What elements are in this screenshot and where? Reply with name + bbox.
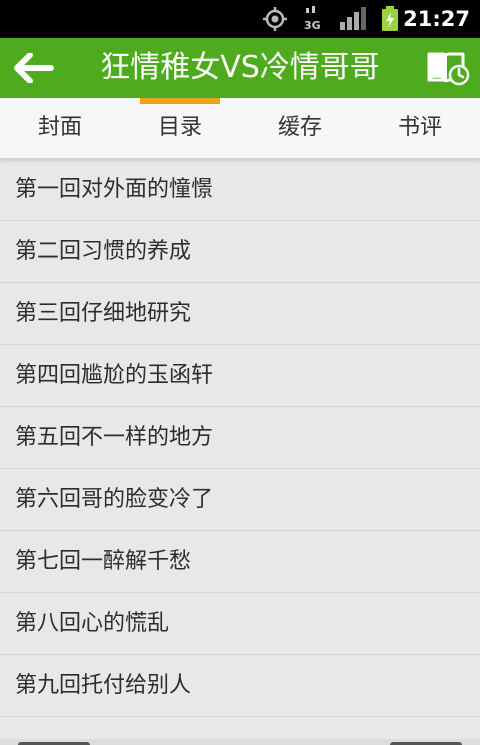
clock: 21:27 — [403, 7, 470, 31]
battery-icon — [382, 6, 398, 31]
tab-cache[interactable]: 缓存 — [240, 98, 360, 158]
signal-icon — [340, 7, 366, 30]
chapter-list: 第一回对外面的憧憬 第二回习惯的养成 第三回仔细地研究 第四回尴尬的玉函轩 第五… — [0, 159, 480, 717]
chapter-item[interactable]: 第七回一醉解千愁 — [0, 531, 480, 593]
status-bar: 3G 21:27 — [0, 0, 480, 38]
selected-tab-indicator — [140, 98, 220, 104]
3g-icon: 3G — [304, 6, 321, 32]
tab-bar: 封面 目录 缓存 书评 — [0, 98, 480, 159]
chapter-item[interactable]: 第五回不一样的地方 — [0, 407, 480, 469]
chapter-item[interactable]: 第九回托付给别人 — [0, 655, 480, 717]
chapter-item[interactable]: 第二回习惯的养成 — [0, 221, 480, 283]
arrow-left-icon — [14, 53, 54, 83]
tab-contents[interactable]: 目录 — [120, 98, 240, 158]
chapter-item[interactable]: 第八回心的慌乱 — [0, 593, 480, 655]
svg-text:3G: 3G — [304, 19, 321, 32]
tab-reviews[interactable]: 书评 — [360, 98, 480, 158]
tab-cover[interactable]: 封面 — [0, 98, 120, 158]
gps-icon — [263, 7, 287, 31]
back-button[interactable] — [6, 44, 60, 92]
chapter-item[interactable]: 第三回仔细地研究 — [0, 283, 480, 345]
chapter-item[interactable]: 第四回尴尬的玉函轩 — [0, 345, 480, 407]
bottom-edge — [0, 739, 480, 745]
action-bar: 狂情稚女VS冷情哥哥 — [0, 38, 480, 98]
chapter-item[interactable]: 第一回对外面的憧憬 — [0, 159, 480, 221]
page-title: 狂情稚女VS冷情哥哥 — [100, 50, 380, 85]
bookshelf-button[interactable] — [418, 44, 474, 92]
bookshelf-clock-icon — [427, 52, 470, 86]
chapter-item[interactable]: 第六回哥的脸变冷了 — [0, 469, 480, 531]
